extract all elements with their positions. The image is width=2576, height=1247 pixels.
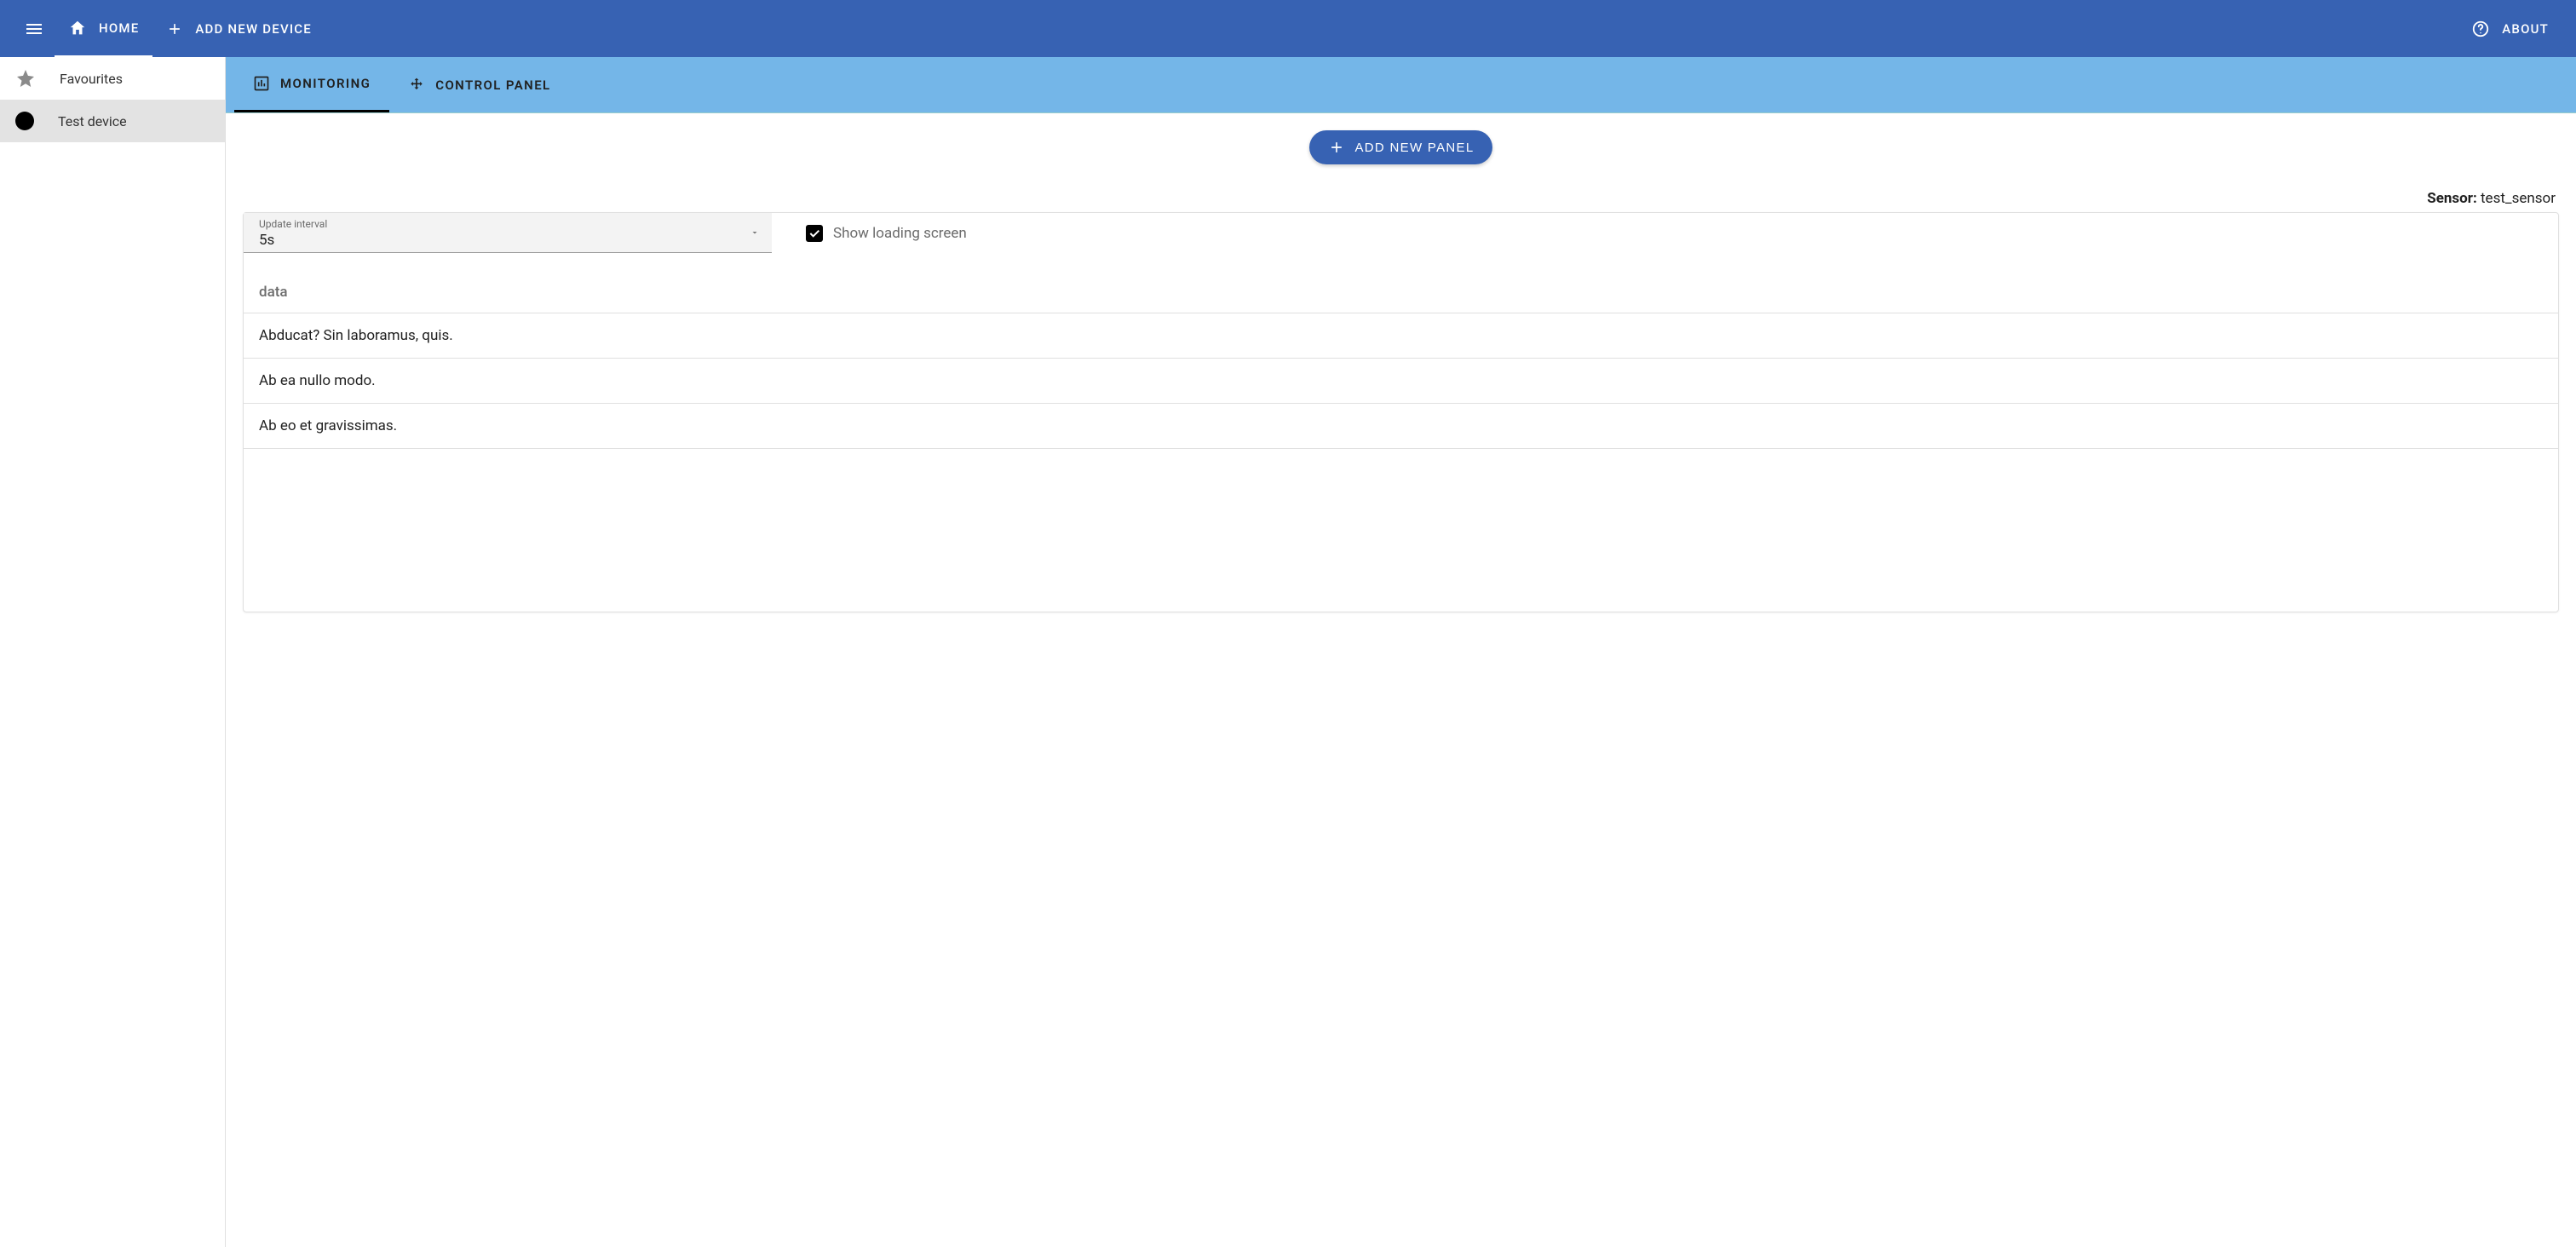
add-panel-row: ADD NEW PANEL	[243, 130, 2559, 164]
nav-home[interactable]: HOME	[55, 0, 152, 57]
table-row: Ab eo et gravissimas.	[244, 404, 2558, 449]
nav-home-label: HOME	[99, 20, 139, 36]
tab-control-panel[interactable]: CONTROL PANEL	[389, 57, 569, 112]
sidebar-item-favourites[interactable]: Favourites	[0, 57, 225, 100]
menu-button[interactable]	[14, 9, 55, 49]
table-header: data	[244, 272, 2558, 313]
sensor-indicator: Sensor: test_sensor	[243, 190, 2559, 207]
nav-add-device[interactable]: ADD NEW DEVICE	[152, 0, 325, 57]
data-table: data Abducat? Sin laboramus, quis. Ab ea…	[244, 272, 2558, 449]
checkbox-label: Show loading screen	[833, 225, 967, 242]
hamburger-icon	[24, 19, 44, 39]
sidebar-item-test-device[interactable]: Test device	[0, 100, 225, 142]
nav-about[interactable]: ABOUT	[2458, 0, 2562, 57]
chart-bar-icon	[253, 75, 270, 92]
sensor-label: Sensor:	[2427, 190, 2477, 207]
move-icon	[408, 77, 425, 94]
nav-add-device-label: ADD NEW DEVICE	[195, 21, 312, 37]
panel-controls: Update interval 5s Show loading screen	[244, 213, 2558, 253]
add-panel-label: ADD NEW PANEL	[1355, 141, 1475, 155]
sidebar-item-label: Test device	[58, 113, 127, 129]
help-circle-icon	[2471, 20, 2490, 38]
sidebar-item-label: Favourites	[60, 71, 123, 87]
select-value: 5s	[259, 232, 762, 249]
content: ADD NEW PANEL Sensor: test_sensor Update…	[226, 113, 2576, 1247]
add-panel-button[interactable]: ADD NEW PANEL	[1309, 130, 1493, 164]
shell: Favourites Test device MONITORING CONTRO…	[0, 57, 2576, 1247]
plus-icon	[1328, 139, 1345, 156]
device-dot-icon	[15, 112, 34, 130]
table-row: Abducat? Sin laboramus, quis.	[244, 313, 2558, 359]
app-bar-left: HOME ADD NEW DEVICE	[14, 0, 325, 57]
app-bar-right: ABOUT	[2458, 0, 2562, 57]
checkbox-checked-icon	[806, 225, 823, 242]
select-label: Update interval	[259, 218, 762, 230]
show-loading-checkbox[interactable]: Show loading screen	[806, 225, 967, 242]
app-bar: HOME ADD NEW DEVICE ABOUT	[0, 0, 2576, 57]
tab-label: MONITORING	[280, 76, 371, 91]
star-icon	[15, 68, 36, 89]
sidebar: Favourites Test device	[0, 57, 226, 1247]
monitoring-panel: Update interval 5s Show loading screen	[243, 212, 2559, 612]
table-row: Ab ea nullo modo.	[244, 359, 2558, 404]
tab-monitoring[interactable]: MONITORING	[234, 57, 389, 112]
tab-bar: MONITORING CONTROL PANEL	[226, 57, 2576, 113]
main: MONITORING CONTROL PANEL ADD NEW PANEL S…	[226, 57, 2576, 1247]
update-interval-select[interactable]: Update interval 5s	[244, 213, 772, 253]
home-icon	[68, 19, 87, 37]
chevron-down-icon	[750, 227, 760, 238]
nav-about-label: ABOUT	[2502, 21, 2549, 37]
tab-label: CONTROL PANEL	[435, 78, 550, 93]
sensor-value: test_sensor	[2481, 190, 2556, 207]
plus-icon	[166, 20, 183, 37]
